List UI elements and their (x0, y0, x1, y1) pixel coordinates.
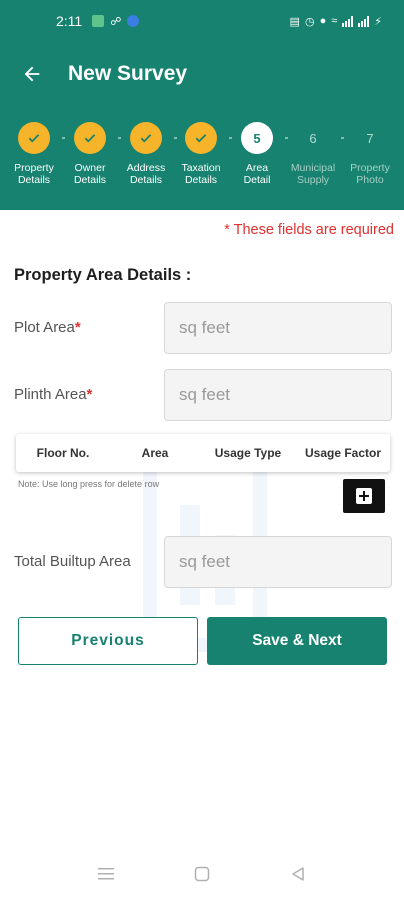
wifi-icon: ≈ (331, 15, 338, 27)
check-icon (140, 134, 152, 143)
check-icon (84, 134, 96, 143)
plot-area-input[interactable] (164, 302, 392, 354)
progress-stepper: Property Details Owner Details Address Deta… (0, 106, 404, 210)
step-address-details[interactable]: Address Details (116, 122, 176, 186)
step-circle (185, 122, 217, 154)
status-time: 2:11 (56, 13, 83, 29)
step-label: Taxation (181, 162, 221, 174)
section-title: Property Area Details : (14, 266, 192, 284)
step-circle (130, 122, 162, 154)
floor-details-table: Floor No. Area Usage Type Usage Factor (16, 434, 390, 472)
back-triangle-icon[interactable] (290, 866, 306, 882)
step-label: Area (245, 162, 269, 174)
vibrate-icon: ▤ (289, 15, 300, 28)
required-star: * (74, 319, 81, 336)
bluetooth-badge-icon (127, 15, 140, 27)
alarm-icon: ◷ (304, 15, 315, 28)
page-title: New Survey (68, 62, 188, 85)
step-label: Details (73, 174, 107, 186)
step-label: Owner (74, 162, 106, 174)
table-note: Note: Use long press for delete row (18, 479, 160, 489)
plot-area-label: Plot Area* (14, 319, 81, 336)
step-circle: 6 (309, 130, 317, 146)
charging-battery-icon: ⚡ (374, 15, 382, 28)
step-label: Photo (356, 174, 384, 186)
step-municipal-supply[interactable]: 6 Municipal Supply (283, 122, 343, 187)
previous-button[interactable]: Previous (18, 617, 198, 665)
back-button[interactable] (0, 42, 64, 106)
required-fields-note: * These fields are required (224, 222, 394, 238)
total-builtup-label: Total Builtup Area (14, 553, 131, 570)
home-icon[interactable] (194, 866, 210, 882)
step-area-detail[interactable]: 5 Area Detail (227, 122, 287, 186)
check-icon (195, 134, 207, 143)
column-header: Usage Type (214, 446, 282, 460)
status-bar: 2:11 ☍ ▤ ◷ ● ≈ ⚡ (0, 0, 404, 42)
location-icon: ● (319, 15, 327, 27)
menu-icon[interactable] (97, 866, 115, 882)
step-label: Details (17, 174, 51, 186)
plinth-area-input[interactable] (164, 369, 392, 421)
step-owner-details[interactable]: Owner Details (60, 122, 120, 186)
step-circle (18, 122, 50, 154)
step-label: Municipal (290, 162, 336, 174)
column-header: Floor No. (36, 446, 90, 460)
link-icon: ☍ (110, 15, 122, 28)
step-label: Supply (296, 174, 330, 186)
step-circle: 7 (366, 130, 374, 146)
step-label: Property (14, 162, 54, 174)
save-next-button[interactable]: Save & Next (207, 617, 387, 665)
step-circle: 5 (241, 122, 273, 154)
app-bar: New Survey (0, 42, 404, 106)
column-header: Usage Factor (304, 446, 382, 460)
arrow-back-icon (24, 66, 40, 82)
column-header: Area (141, 446, 169, 460)
signal-icon-1 (342, 15, 354, 27)
step-property-details[interactable]: Property Details (4, 122, 64, 186)
system-nav-bar (0, 852, 404, 900)
step-taxation-details[interactable]: Taxation Details (171, 122, 231, 186)
step-label: Detail (243, 174, 271, 186)
add-box-icon (356, 488, 372, 504)
step-label: Details (184, 174, 218, 186)
step-circle (74, 122, 106, 154)
notification-app-icon (92, 15, 105, 27)
required-star: * (86, 386, 93, 403)
step-label: Address (126, 162, 166, 174)
add-row-button[interactable] (343, 479, 385, 513)
step-label: Details (129, 174, 163, 186)
total-builtup-input[interactable] (164, 536, 392, 588)
step-label: Property (350, 162, 390, 174)
check-icon (28, 134, 40, 143)
signal-icon-2 (358, 15, 370, 27)
plinth-area-label: Plinth Area* (14, 386, 93, 403)
step-property-photo[interactable]: 7 Property Photo (340, 122, 400, 187)
